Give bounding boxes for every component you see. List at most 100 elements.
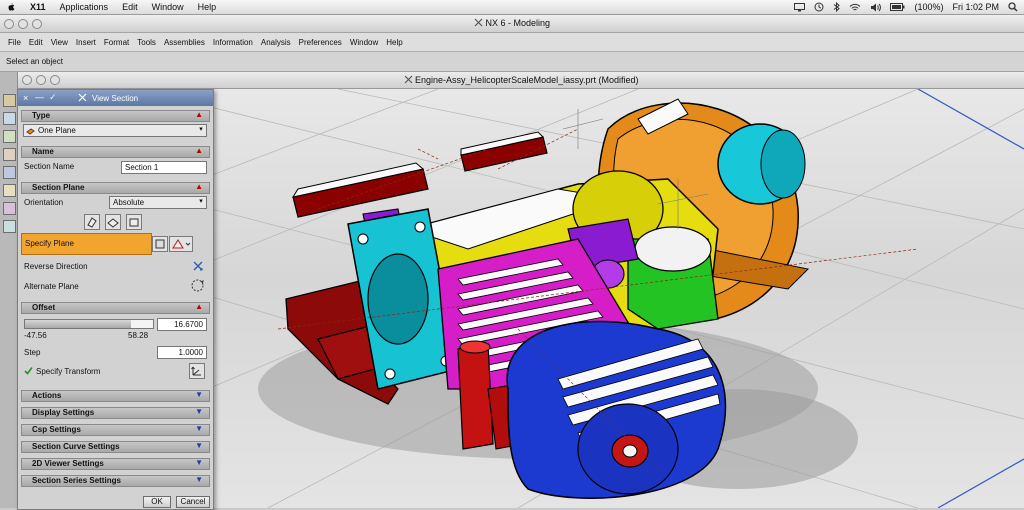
constraint-navigator-icon[interactable] xyxy=(3,112,16,125)
specify-plane-row[interactable]: Specify Plane xyxy=(21,233,152,255)
volume-icon[interactable] xyxy=(870,3,882,12)
expand-icon: ▼ xyxy=(195,407,203,416)
mac-menu-edit[interactable]: Edit xyxy=(122,2,138,12)
section-name-label: Name xyxy=(32,147,54,156)
dialog-close-icon[interactable]: × xyxy=(23,93,28,103)
red-exhaust xyxy=(457,343,494,450)
viewport-axis-line xyxy=(917,89,1024,150)
menu-information[interactable]: Information xyxy=(213,38,253,47)
spotlight-icon[interactable] xyxy=(1008,2,1018,12)
offset-slider[interactable] xyxy=(24,319,154,329)
section-series-settings-label: Section Series Settings xyxy=(32,476,121,485)
app-titlebar: NX 6 - Modeling xyxy=(0,15,1024,33)
menu-edit[interactable]: Edit xyxy=(29,38,43,47)
dialog-titlebar: × — ✓ View Section xyxy=(18,90,213,106)
battery-percent: (100%) xyxy=(914,2,944,12)
dialog-title: View Section xyxy=(92,94,139,103)
system-materials-icon[interactable] xyxy=(3,184,16,197)
section-curve-settings-header[interactable]: Section Curve Settings ▼ xyxy=(21,441,210,453)
section-plane-header[interactable]: Section Plane ▲ xyxy=(21,182,210,194)
battery-icon[interactable] xyxy=(890,3,905,11)
section-display-settings-header[interactable]: Display Settings ▼ xyxy=(21,407,210,419)
plane-y-button[interactable] xyxy=(105,214,121,230)
spark-plug xyxy=(622,444,638,458)
assembly-navigator-icon[interactable] xyxy=(3,94,16,107)
plane-dialog-button[interactable] xyxy=(152,236,168,252)
step-label: Step xyxy=(24,348,41,357)
menu-tools[interactable]: Tools xyxy=(137,38,156,47)
wifi-icon[interactable] xyxy=(849,3,861,12)
csys-icon xyxy=(191,366,201,376)
plane-dialog-icon xyxy=(155,239,165,249)
plane-z-icon xyxy=(129,218,139,227)
section-2d-viewer-header[interactable]: 2D Viewer Settings ▼ xyxy=(21,458,210,470)
menu-help[interactable]: Help xyxy=(386,38,402,47)
type-select[interactable]: One Plane ▾ xyxy=(23,124,207,137)
mac-menu-help[interactable]: Help xyxy=(198,2,217,12)
checkmark-icon xyxy=(24,367,33,375)
type-select-value: One Plane xyxy=(38,126,76,135)
section-series-settings-header[interactable]: Section Series Settings ▼ xyxy=(21,475,210,487)
orientation-select[interactable]: Absolute ▾ xyxy=(109,196,207,209)
menu-insert[interactable]: Insert xyxy=(76,38,96,47)
collapse-icon: ▲ xyxy=(195,146,203,155)
step-value: 1.0000 xyxy=(178,348,203,357)
section-offset-header[interactable]: Offset ▲ xyxy=(21,302,210,314)
collapse-icon: ▲ xyxy=(195,110,203,119)
menu-preferences[interactable]: Preferences xyxy=(299,38,342,47)
ok-button[interactable]: OK xyxy=(143,496,171,508)
menu-view[interactable]: View xyxy=(51,38,68,47)
plane-x-button[interactable] xyxy=(84,214,100,230)
process-studio-icon[interactable] xyxy=(3,202,16,215)
apple-icon[interactable] xyxy=(6,2,16,12)
part-navigator-icon[interactable] xyxy=(3,130,16,143)
mac-menu-applications[interactable]: Applications xyxy=(60,2,109,12)
alternate-plane-icon[interactable] xyxy=(190,278,205,293)
history-icon[interactable] xyxy=(3,166,16,179)
dialog-check-icon[interactable]: ✓ xyxy=(49,92,57,103)
plane-z-button[interactable] xyxy=(126,214,142,230)
cancel-button[interactable]: Cancel xyxy=(176,496,210,508)
section-csp-settings-header[interactable]: Csp Settings ▼ xyxy=(21,424,210,436)
reverse-direction-icon[interactable] xyxy=(191,259,205,273)
floating-block xyxy=(460,131,548,172)
dialog-minimize-icon[interactable]: — xyxy=(35,92,44,102)
section-name-header[interactable]: Name ▲ xyxy=(21,146,210,158)
section-name-input[interactable]: Section 1 xyxy=(121,161,207,174)
plane-y-icon xyxy=(107,218,119,228)
section-type-header[interactable]: Type ▲ xyxy=(21,110,210,122)
section-display-settings-label: Display Settings xyxy=(32,408,95,417)
menu-file[interactable]: File xyxy=(8,38,21,47)
reverse-direction-label: Reverse Direction xyxy=(24,262,88,271)
step-input[interactable]: 1.0000 xyxy=(157,346,207,359)
offset-input[interactable]: 16.6700 xyxy=(157,318,207,331)
plane-method-select[interactable] xyxy=(169,236,193,252)
status-line: Select an object xyxy=(0,52,1024,72)
section-type-label: Type xyxy=(32,111,51,120)
menu-assemblies[interactable]: Assemblies xyxy=(164,38,205,47)
menu-window[interactable]: Window xyxy=(350,38,378,47)
transform-button[interactable] xyxy=(189,363,205,379)
part-titlebar: Engine-Assy_HelicopterScaleModel_iassy.p… xyxy=(18,72,1024,89)
reuse-library-icon[interactable] xyxy=(3,148,16,161)
chevron-down-icon: ▾ xyxy=(199,126,203,133)
collapse-icon: ▲ xyxy=(195,302,203,311)
alternate-plane-label: Alternate Plane xyxy=(24,282,79,291)
roles-icon[interactable] xyxy=(3,220,16,233)
mac-menu-window[interactable]: Window xyxy=(152,2,184,12)
flange-bolt xyxy=(357,233,369,245)
menu-analysis[interactable]: Analysis xyxy=(261,38,291,47)
menu-format[interactable]: Format xyxy=(104,38,129,47)
section-actions-header[interactable]: Actions ▼ xyxy=(21,390,210,402)
inferred-plane-icon xyxy=(172,239,191,249)
resource-bar xyxy=(0,72,18,508)
mac-menu-x11[interactable]: X11 xyxy=(30,2,46,12)
chevron-down-icon: ▾ xyxy=(199,198,203,205)
time-machine-icon[interactable] xyxy=(814,2,824,12)
nx-logo-icon xyxy=(474,18,483,27)
plane-x-icon xyxy=(87,217,97,228)
display-icon[interactable] xyxy=(794,2,806,12)
part-file-title: Engine-Assy_HelicopterScaleModel_iassy.p… xyxy=(415,75,639,85)
bluetooth-icon[interactable] xyxy=(833,2,841,12)
menubar-clock[interactable]: Fri 1:02 PM xyxy=(952,2,999,12)
